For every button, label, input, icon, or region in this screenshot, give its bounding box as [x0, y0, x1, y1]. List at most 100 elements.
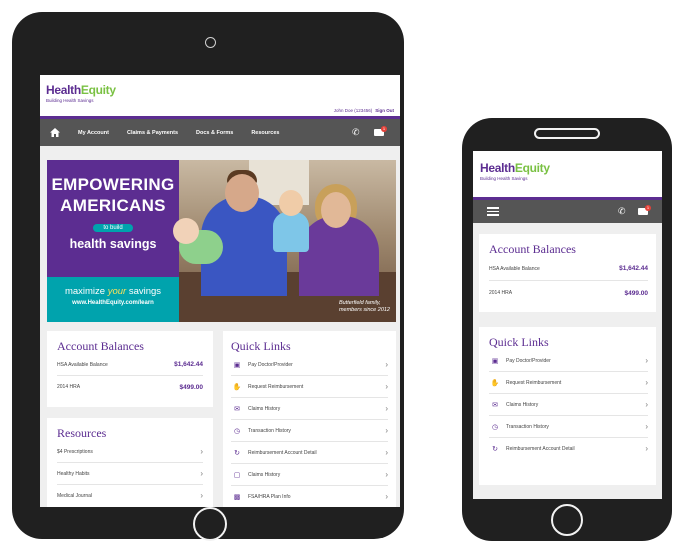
resource-label: Medical Journal: [57, 493, 93, 499]
quick-link[interactable]: ◷ Transaction History ›: [231, 420, 388, 442]
account-balances-card: Account Balances HSA Available Balance $…: [479, 234, 656, 312]
balance-value: $499.00: [624, 289, 649, 297]
quick-links-card: Quick Links ▣ Pay Doctor/Provider › ✋ Reque…: [479, 327, 656, 485]
quick-link-label: Pay Doctor/Provider: [248, 361, 293, 368]
quick-links-title: Quick Links: [489, 335, 549, 349]
logo-text-equity: Equity: [514, 161, 550, 175]
resource-item[interactable]: Healthy Habits ›: [57, 463, 203, 485]
hero-pill: to build: [93, 224, 133, 232]
site-header: HealthEquity Building Health Savings: [473, 151, 662, 197]
logo-text-equity: Equity: [80, 83, 116, 97]
sign-out-link[interactable]: Sign Out: [375, 108, 394, 113]
chevron-right-icon: ›: [645, 444, 648, 453]
chevron-right-icon: ›: [200, 446, 203, 456]
mail-badge: 1: [381, 126, 387, 132]
user-info: John Doe (123456) Sign Out: [334, 108, 394, 113]
logo-text-health: Health: [480, 161, 515, 175]
quick-link-label: Transaction History: [506, 423, 549, 430]
nav-resources[interactable]: Resources: [251, 130, 279, 136]
healthequity-logo[interactable]: HealthEquity: [46, 84, 116, 96]
caption-line-2: members since 2012: [338, 307, 390, 313]
chevron-right-icon: ›: [385, 403, 388, 413]
quick-link[interactable]: ↻ Reimbursement Account Detail ›: [489, 438, 648, 460]
user-name: John Doe (123456): [333, 108, 373, 113]
quick-link[interactable]: ◷ Transaction History ›: [489, 416, 648, 438]
mail-icon[interactable]: 1: [374, 126, 387, 136]
chevron-right-icon: ›: [385, 447, 388, 457]
hero-text-panel: EMPOWERING AMERICANS to build health sav…: [47, 160, 179, 277]
balance-label: HSA Available Balance: [489, 265, 540, 272]
balance-row[interactable]: HSA Available Balance $1,642.44: [489, 257, 648, 281]
phone-icon[interactable]: ✆: [352, 128, 360, 137]
quick-link[interactable]: ▣ Pay Doctor/Provider ›: [231, 354, 388, 376]
folder-icon: ▢: [233, 471, 241, 479]
home-icon[interactable]: [50, 128, 60, 137]
quick-link-label: Request Reimbursement: [506, 379, 562, 386]
mail-icon[interactable]: 1: [638, 205, 651, 215]
balance-label: HSA Available Balance: [57, 361, 108, 368]
quick-link-label: Reimbursement Account Detail: [248, 449, 317, 456]
nav-my-account[interactable]: My Account: [78, 130, 109, 136]
money-icon: ▣: [233, 361, 241, 369]
quick-link[interactable]: ✉ Claims History ›: [489, 394, 648, 416]
quick-link-label: FSA/HRA Plan Info: [248, 494, 291, 500]
photo-caption: Butterfield family, members since 2012: [339, 300, 390, 314]
hero-url[interactable]: www.HealthEquity.com/learn: [47, 300, 179, 306]
mobile-nav: ✆ 1: [473, 200, 662, 223]
resources-card: Resources $4 Prescriptions › Healthy Habi…: [47, 418, 213, 507]
balance-value: $499.00: [179, 383, 204, 391]
balance-value: $1,642.44: [619, 265, 648, 272]
balance-row[interactable]: HSA Available Balance $1,642.44: [57, 354, 203, 376]
chart-icon: ▩: [233, 494, 241, 501]
quick-link-label: Request Reimbursement: [248, 383, 304, 390]
balance-row[interactable]: 2014 HRA $499.00: [57, 376, 203, 398]
camera-icon: [205, 37, 216, 48]
quick-link[interactable]: ✋ Request Reimbursement ›: [489, 372, 648, 394]
chevron-right-icon: ›: [385, 381, 388, 391]
hamburger-menu-icon[interactable]: [487, 207, 499, 216]
quick-link[interactable]: ▢ Claims History ›: [231, 464, 388, 486]
quick-link[interactable]: ▣ Pay Doctor/Provider ›: [489, 350, 648, 372]
resource-label: Healthy Habits: [57, 470, 90, 477]
balance-row[interactable]: 2014 HRA $499.00: [489, 281, 648, 305]
dollar-cycle-icon: ↻: [492, 446, 498, 453]
quick-link-label: Pay Doctor/Provider: [506, 357, 551, 364]
chevron-right-icon: ›: [385, 425, 388, 435]
dollar-cycle-icon: ↻: [234, 449, 240, 457]
quick-link-label: Claims History: [248, 471, 281, 478]
phone-home-button[interactable]: [551, 504, 583, 536]
claims-icon: ✉: [234, 405, 240, 413]
logo-text-health: Health: [46, 83, 81, 97]
chevron-right-icon: ›: [645, 421, 648, 431]
chevron-right-icon: ›: [385, 469, 388, 479]
logo-tagline: Building Health Savings: [480, 176, 528, 181]
healthequity-logo[interactable]: HealthEquity: [480, 162, 550, 174]
nav-docs-forms[interactable]: Docs & Forms: [196, 130, 233, 136]
chevron-right-icon: ›: [385, 359, 388, 369]
hero-max-pre: maximize: [64, 286, 108, 297]
quick-link[interactable]: ↻ Reimbursement Account Detail ›: [231, 442, 388, 464]
chevron-right-icon: ›: [200, 468, 203, 478]
quick-links-card: Quick Links ▣ Pay Doctor/Provider › ✋ Reque…: [223, 331, 396, 507]
quick-link[interactable]: ✉ Claims History ›: [231, 398, 388, 420]
chevron-right-icon: ›: [645, 355, 648, 365]
clock-icon: ◷: [491, 423, 499, 431]
hero-teal-panel: maximize your savings www.HealthEquity.c…: [47, 277, 179, 322]
phone-icon[interactable]: ✆: [618, 207, 626, 216]
phone-device: HealthEquity Building Health Savings ✆ 1…: [462, 118, 672, 541]
hero-max-your: your: [107, 286, 127, 297]
resource-item[interactable]: Medical Journal ›: [57, 485, 203, 507]
resources-title: Resources: [57, 426, 107, 440]
caption-line-1: Butterfield family,: [338, 300, 381, 306]
balance-label: 2014 HRA: [489, 290, 513, 296]
logo-tagline: Building Health Savings: [46, 98, 94, 103]
hero-maximize: maximize your savings: [47, 286, 179, 297]
quick-link[interactable]: ✋ Request Reimbursement ›: [231, 376, 388, 398]
hero-banner[interactable]: EMPOWERING AMERICANS to build health sav…: [47, 160, 396, 322]
tablet-home-button[interactable]: [193, 507, 227, 541]
hero-line-3: health savings: [69, 237, 157, 251]
quick-link-label: Claims History: [506, 401, 539, 408]
resource-item[interactable]: $4 Prescriptions ›: [57, 441, 203, 463]
nav-claims-payments[interactable]: Claims & Payments: [127, 130, 178, 136]
quick-link[interactable]: ▩ FSA/HRA Plan Info ›: [231, 486, 388, 507]
